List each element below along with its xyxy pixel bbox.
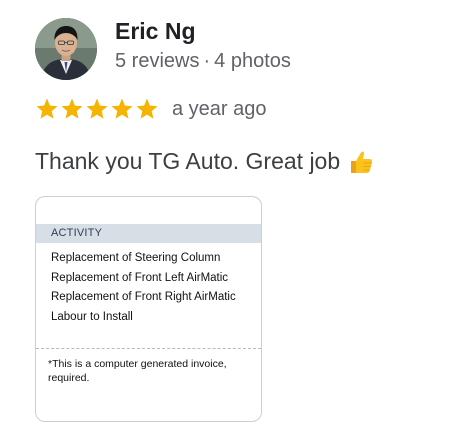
invoice-item: Replacement of Front Right AirMatic: [51, 291, 236, 304]
reviewer-meta: 5 reviews · 4 photos: [115, 50, 291, 73]
invoice-item: Replacement of Front Left AirMatic: [51, 271, 229, 284]
star-icon: [61, 98, 83, 119]
invoice-item: Replacement of Steering Column: [51, 252, 221, 264]
review-photo[interactable]: ACTIVITY Replacement of Steering Column …: [35, 196, 262, 422]
reviewer-avatar[interactable]: [35, 18, 97, 80]
star-icon: [36, 98, 58, 119]
invoice-header: ACTIVITY: [36, 224, 261, 243]
avatar-image: [35, 18, 97, 80]
star-icon: [86, 98, 108, 119]
star-icon: [111, 98, 133, 119]
review-time: a year ago: [172, 98, 267, 120]
invoice-note: *This is a computer generated invoice, r…: [48, 358, 261, 385]
star-icon: [136, 98, 158, 119]
review-text-content: Thank you TG Auto. Great job: [35, 148, 341, 174]
invoice-item: Labour to Install: [51, 310, 133, 323]
invoice-note-line: required.: [48, 371, 90, 384]
invoice-items: Replacement of Steering Column Replaceme…: [51, 249, 236, 327]
reviews-count: 5 reviews: [115, 50, 200, 72]
invoice-divider: [36, 348, 261, 349]
reviewer-name[interactable]: Eric Ng: [115, 18, 196, 45]
invoice-note-line: *This is a computer generated invoice,: [48, 358, 227, 370]
star-rating: [35, 96, 159, 124]
photos-count: 4 photos: [214, 50, 291, 72]
review-text: Thank you TG Auto. Great job: [35, 148, 374, 175]
thumbs-up-icon: [348, 149, 374, 175]
meta-separator: ·: [203, 50, 211, 72]
